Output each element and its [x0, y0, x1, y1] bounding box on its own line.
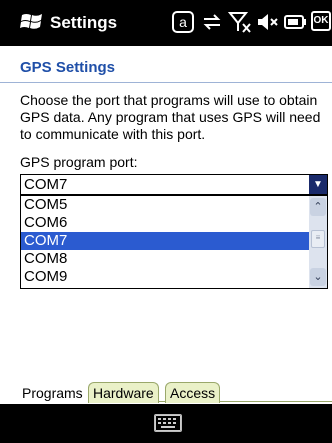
signal-off-icon[interactable]	[228, 11, 252, 33]
combo-value: COM7	[24, 176, 68, 193]
ok-button[interactable]: OK	[311, 11, 331, 31]
chevron-up-icon[interactable]: ⌃	[310, 198, 326, 216]
page-title: GPS Settings	[20, 59, 116, 76]
tab-strip: Programs Hardware Access	[0, 376, 332, 404]
list-item-com7[interactable]: COM7	[21, 232, 309, 250]
port-dropdown-list[interactable]: COM5 COM6 COM7 COM8 COM9 ⌃ ≡ ⌄	[20, 195, 328, 289]
tab-access[interactable]: Access	[165, 382, 221, 403]
a-input-icon[interactable]: a	[172, 11, 194, 33]
list-item-com8[interactable]: COM8	[21, 250, 309, 268]
scrollbar-thumb[interactable]: ≡	[311, 230, 325, 248]
status-bar: Settings a OK	[0, 0, 332, 46]
battery-icon[interactable]	[284, 11, 308, 33]
tab-hardware[interactable]: Hardware	[88, 382, 159, 403]
windows-logo-icon[interactable]	[20, 11, 44, 33]
a-input-label: a	[179, 14, 187, 30]
port-label: GPS program port:	[20, 154, 138, 170]
description-text: Choose the port that programs will use t…	[20, 92, 321, 142]
app-title[interactable]: Settings	[50, 13, 117, 33]
list-item-com9[interactable]: COM9	[21, 268, 309, 286]
gps-port-combobox[interactable]: COM7 ▼	[20, 174, 328, 195]
speaker-mute-icon[interactable]	[256, 11, 280, 33]
tab-programs[interactable]: Programs	[18, 382, 87, 403]
chevron-down-icon[interactable]: ⌄	[310, 268, 326, 286]
list-item-com6[interactable]: COM6	[21, 214, 309, 232]
scrollbar[interactable]: ⌃ ≡ ⌄	[309, 196, 327, 288]
sync-icon[interactable]	[200, 11, 224, 33]
soft-key-bar	[0, 404, 332, 443]
list-item-com5[interactable]: COM5	[21, 196, 309, 214]
keyboard-icon[interactable]	[154, 414, 182, 432]
chevron-down-icon[interactable]: ▼	[309, 175, 327, 194]
